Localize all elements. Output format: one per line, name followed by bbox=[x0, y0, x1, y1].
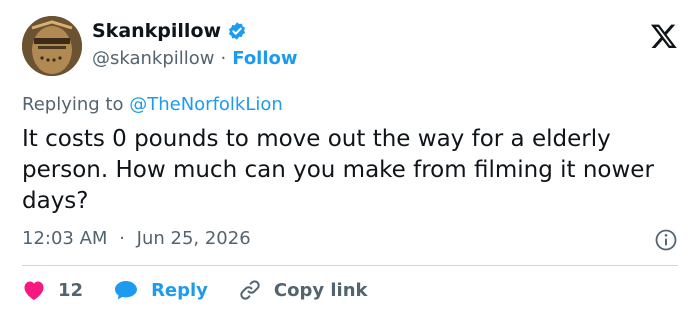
reply-button[interactable]: Reply bbox=[113, 279, 208, 301]
action-bar: 12 Reply Copy link bbox=[22, 278, 368, 302]
tweet-text: It costs 0 pounds to move out the way fo… bbox=[22, 126, 654, 214]
meta-separator: · bbox=[119, 228, 125, 249]
divider bbox=[22, 265, 678, 266]
handle-separator: · bbox=[220, 48, 227, 69]
tweet-time[interactable]: 12:03 AM bbox=[22, 228, 107, 249]
replying-to: Replying to @TheNorfolkLion bbox=[22, 94, 283, 115]
copy-link-label: Copy link bbox=[273, 279, 368, 301]
info-icon[interactable] bbox=[654, 228, 678, 252]
like-button[interactable]: 12 bbox=[22, 279, 83, 301]
heart-icon bbox=[24, 281, 44, 300]
x-logo-icon[interactable] bbox=[650, 22, 678, 50]
tweet-date[interactable]: Jun 25, 2026 bbox=[137, 228, 251, 249]
mention-link[interactable]: @TheNorfolkLion bbox=[129, 94, 283, 115]
tweet-timestamp[interactable]: 12:03 AM · Jun 25, 2026 bbox=[22, 228, 251, 249]
replying-to-label: Replying to bbox=[22, 94, 124, 115]
avatar[interactable] bbox=[22, 16, 82, 76]
display-name[interactable]: Skankpillow bbox=[92, 20, 221, 42]
verified-badge-icon bbox=[227, 21, 247, 41]
copy-link-button[interactable]: Copy link bbox=[238, 278, 368, 302]
user-handle[interactable]: @skankpillow bbox=[92, 48, 215, 69]
like-count: 12 bbox=[58, 279, 84, 301]
link-icon bbox=[240, 280, 260, 300]
chat-bubble-icon bbox=[115, 281, 138, 300]
follow-button[interactable]: Follow bbox=[232, 48, 297, 69]
reply-label: Reply bbox=[151, 279, 208, 301]
